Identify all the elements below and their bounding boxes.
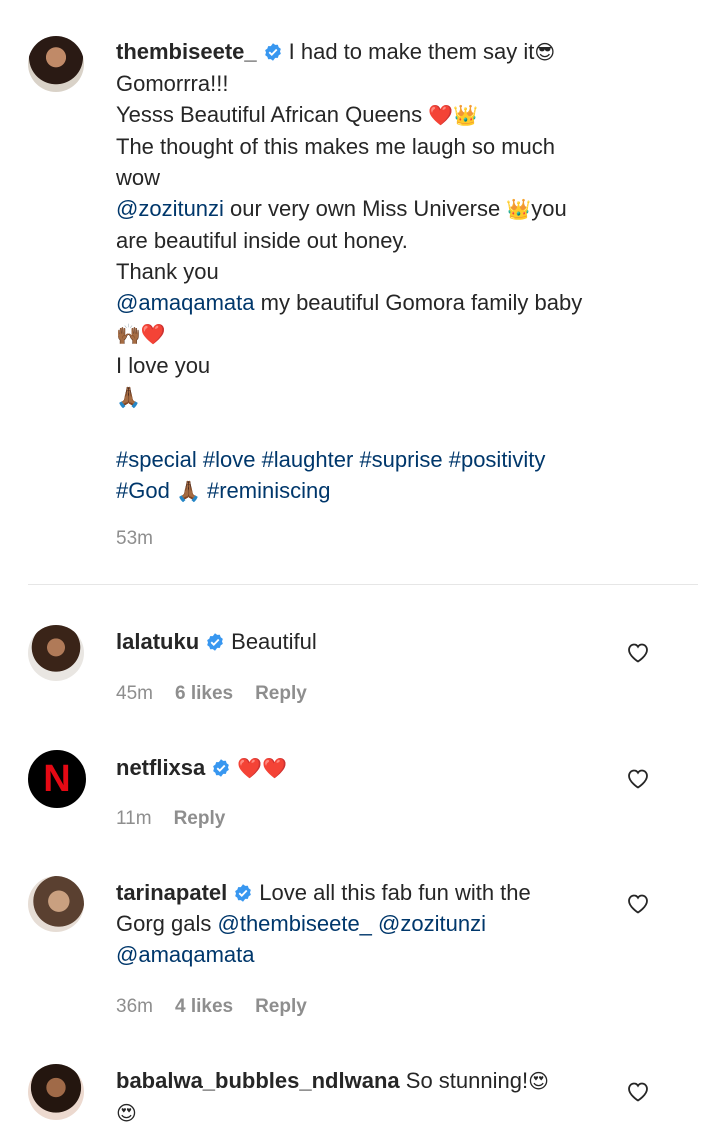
crown-emoji: 👑	[453, 103, 479, 127]
mention-thembiseete[interactable]: @thembiseete_	[218, 911, 372, 936]
comment-babalwa: babalwa_bubbles_ndlwana So stunning!😍 😍	[116, 1065, 656, 1129]
comment-tarinapatel: tarinapatel Love all this fab fun with th…	[116, 877, 656, 970]
pray-emoji: 🙏🏾	[175, 479, 201, 503]
reply-button[interactable]: Reply	[255, 996, 307, 1017]
hashtag-laughter[interactable]: #laughter	[262, 447, 354, 472]
comment-meta-tarinapatel: 36m 4 likes Reply	[116, 995, 329, 1019]
comment-likes[interactable]: 6 likes	[175, 683, 233, 704]
caption-line-2: Gomorrra!!!	[116, 71, 229, 96]
crown-emoji: 👑	[506, 197, 532, 221]
verified-badge-icon	[207, 633, 223, 651]
mention-amaqamata[interactable]: @amaqamata	[116, 290, 255, 315]
username-netflixsa[interactable]: netflixsa	[116, 755, 205, 780]
avatar-thembiseete[interactable]	[28, 36, 84, 92]
comment-netflixsa: netflixsa ❤️❤️	[116, 752, 656, 784]
heart-emoji: ❤️	[140, 322, 166, 346]
caption-line-5: wow	[116, 165, 161, 190]
like-heart-icon[interactable]	[626, 641, 650, 663]
comment-meta-lalatuku: 45m 6 likes Reply	[116, 682, 329, 706]
heart-emoji: ❤️	[428, 103, 454, 127]
reply-button[interactable]: Reply	[174, 808, 226, 829]
comment-lalatuku: lalatuku Beautiful	[116, 626, 656, 657]
avatar-lalatuku[interactable]	[28, 625, 84, 681]
caption-text: thembiseete_ I had to make them say it😎 G…	[116, 36, 656, 507]
caption-line-1: I had to make them say it	[288, 39, 535, 64]
mention-amaqamata[interactable]: @amaqamata	[116, 942, 255, 967]
heart-eyes-emoji: 😍	[116, 1101, 137, 1125]
netflix-logo-icon: N	[43, 757, 71, 800]
username-babalwa[interactable]: babalwa_bubbles_ndlwana	[116, 1068, 400, 1093]
comment-text: Gorg gals	[116, 911, 218, 936]
username-lalatuku[interactable]: lalatuku	[116, 629, 199, 654]
hashtag-suprise[interactable]: #suprise	[359, 447, 442, 472]
like-heart-icon[interactable]	[626, 767, 650, 789]
divider	[28, 584, 698, 585]
comment-likes[interactable]: 4 likes	[175, 996, 233, 1017]
mention-zozitunzi[interactable]: @zozitunzi	[378, 911, 486, 936]
hashtag-positivity[interactable]: #positivity	[449, 447, 546, 472]
comment-meta-netflixsa: 11m Reply	[116, 807, 247, 831]
username-thembiseete[interactable]: thembiseete_	[116, 39, 257, 64]
hashtag-special[interactable]: #special	[116, 447, 197, 472]
comment-text: ❤️❤️	[237, 756, 288, 780]
caption-line-6-end: you	[531, 196, 567, 221]
comment-text: Beautiful	[231, 629, 317, 654]
hashtag-love[interactable]: #love	[203, 447, 256, 472]
username-tarinapatel[interactable]: tarinapatel	[116, 880, 227, 905]
comment-text: Love all this fab fun with the	[259, 880, 531, 905]
mention-zozitunzi[interactable]: @zozitunzi	[116, 196, 224, 221]
verified-badge-icon	[264, 43, 281, 61]
avatar-tarinapatel[interactable]	[28, 876, 84, 932]
caption-line-8: Thank you	[116, 259, 219, 284]
caption-line-9: my beautiful Gomora family baby	[254, 290, 583, 315]
caption-line-7: are beautiful inside out honey.	[116, 228, 408, 253]
hashtag-reminiscing[interactable]: #reminiscing	[207, 478, 331, 503]
comment-time: 11m	[116, 808, 152, 829]
verified-badge-icon	[213, 759, 230, 777]
comment-time: 45m	[116, 683, 153, 704]
avatar-babalwa[interactable]	[28, 1064, 84, 1120]
caption-line-6: our very own Miss Universe	[223, 196, 507, 221]
like-heart-icon[interactable]	[626, 1080, 650, 1102]
avatar-netflixsa[interactable]: N	[28, 750, 86, 808]
caption-line-4: The thought of this makes me laugh so mu…	[116, 134, 556, 159]
caption-time: 53m	[116, 528, 153, 549]
hashtag-god[interactable]: #God	[116, 478, 170, 503]
reply-button[interactable]: Reply	[255, 683, 307, 704]
verified-badge-icon	[235, 884, 252, 902]
caption-line-11: I love you	[116, 353, 211, 378]
raised-hands-emoji: 🙌🏾	[116, 322, 141, 346]
sunglasses-emoji: 😎	[534, 40, 556, 64]
caption-meta: 53m	[116, 527, 175, 551]
caption-line-3: Yesss Beautiful African Queens	[116, 102, 429, 127]
pray-emoji: 🙏🏾	[116, 385, 141, 409]
comment-time: 36m	[116, 996, 153, 1017]
heart-eyes-emoji: 😍	[528, 1069, 549, 1093]
like-heart-icon[interactable]	[626, 892, 650, 914]
comment-text: So stunning!	[405, 1068, 529, 1093]
